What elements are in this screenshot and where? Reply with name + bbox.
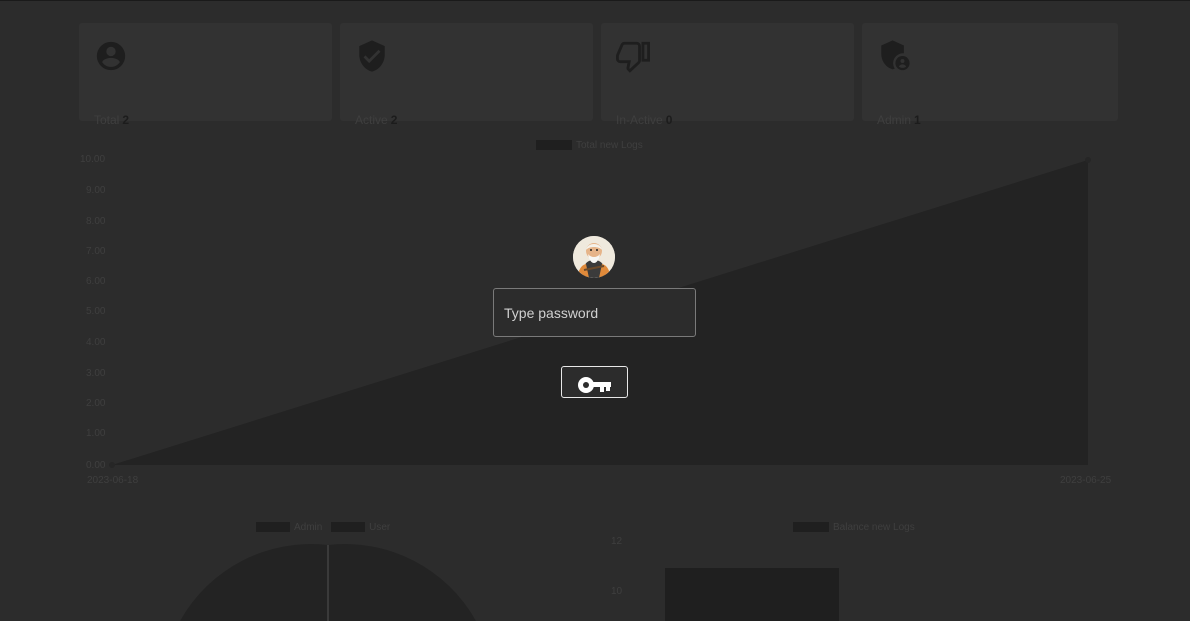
password-input[interactable] — [493, 288, 696, 337]
avatar — [573, 236, 615, 278]
key-icon — [577, 377, 611, 393]
unlock-button[interactable] — [561, 366, 628, 398]
avatar-image — [573, 236, 615, 278]
password-lock-overlay — [0, 0, 1190, 621]
